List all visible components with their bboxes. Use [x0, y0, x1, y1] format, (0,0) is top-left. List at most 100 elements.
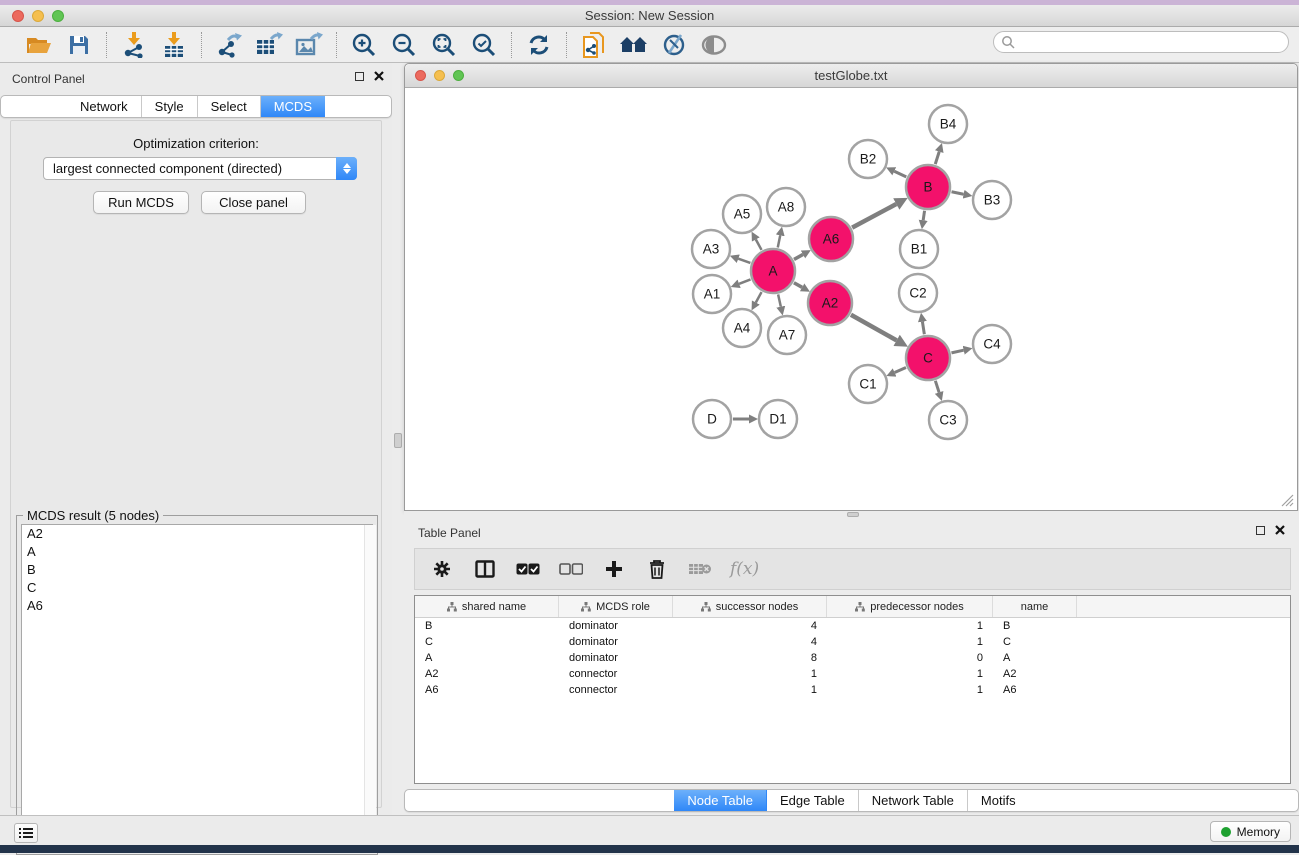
export-network-button[interactable]	[213, 31, 245, 59]
export-table-button[interactable]	[253, 31, 285, 59]
column-view-button[interactable]	[472, 554, 498, 584]
tab-motifs[interactable]: Motifs	[968, 790, 1029, 811]
graph-edge-B-B4[interactable]	[935, 152, 939, 164]
close-panel-icon[interactable]	[1275, 525, 1285, 535]
tab-edge-table[interactable]: Edge Table	[767, 790, 859, 811]
graph-edge-B-B1[interactable]	[923, 211, 924, 221]
open-session-button[interactable]	[23, 31, 55, 59]
table-row[interactable]: Cdominator41C	[415, 634, 1290, 650]
table-row[interactable]: Adominator80A	[415, 650, 1290, 666]
criterion-value: largest connected component (directed)	[44, 161, 336, 176]
home-icon	[619, 34, 649, 56]
close-network-button[interactable]	[415, 70, 426, 81]
zoom-in-button[interactable]	[348, 31, 380, 59]
network-window-titlebar[interactable]: testGlobe.txt	[405, 64, 1297, 88]
table-row[interactable]: A2connector11A2	[415, 666, 1290, 682]
eye-icon	[700, 34, 728, 56]
minimize-window-button[interactable]	[32, 10, 44, 22]
import-network-button[interactable]	[118, 31, 150, 59]
select-all-button[interactable]	[515, 554, 541, 584]
table-column-header[interactable]: name	[993, 596, 1077, 617]
graph-edge-A-A4[interactable]	[756, 292, 762, 302]
table-body: Bdominator41BCdominator41CAdominator80AA…	[415, 618, 1290, 698]
split-divider-horizontal[interactable]	[404, 511, 1299, 518]
criterion-dropdown[interactable]: largest connected component (directed)	[43, 157, 357, 180]
graph-node-label-C2: C2	[909, 286, 926, 301]
table-column-header[interactable]: shared name	[415, 596, 559, 617]
zoom-fit-button[interactable]	[428, 31, 460, 59]
tab-select[interactable]: Select	[198, 96, 261, 117]
graph-edge-C-C2[interactable]	[922, 322, 924, 335]
column-header-shared-name: shared name	[462, 601, 526, 613]
delete-column-button[interactable]	[644, 554, 670, 584]
divider-handle[interactable]	[847, 512, 859, 517]
graph-edge-A2-C[interactable]	[851, 315, 897, 341]
refresh-button[interactable]	[523, 31, 555, 59]
graph-edge-C-C1[interactable]	[895, 368, 906, 373]
zoom-network-button[interactable]	[453, 70, 464, 81]
float-panel-icon[interactable]	[355, 72, 364, 81]
clone-network-button[interactable]	[578, 31, 610, 59]
search-input[interactable]	[1015, 33, 1288, 51]
table-settings-button[interactable]	[429, 554, 455, 584]
float-panel-icon[interactable]	[1256, 526, 1265, 535]
search-field[interactable]	[993, 31, 1289, 53]
zoom-selected-button[interactable]	[468, 31, 500, 59]
table-row[interactable]: Bdominator41B	[415, 618, 1290, 634]
import-table-button[interactable]	[158, 31, 190, 59]
close-window-button[interactable]	[12, 10, 24, 22]
memory-button[interactable]: Memory	[1210, 821, 1291, 842]
tab-mcds[interactable]: MCDS	[261, 96, 325, 117]
result-list-item[interactable]: B	[22, 561, 372, 579]
mcds-result-list[interactable]: A2ABCA6	[21, 524, 373, 850]
tab-network[interactable]: Network	[67, 96, 142, 117]
graph-edge-A-A8[interactable]	[778, 235, 780, 247]
graph-edge-A-A6[interactable]	[794, 254, 803, 259]
table-column-header[interactable]: successor nodes	[673, 596, 827, 617]
graph-edge-A-A2[interactable]	[794, 283, 802, 288]
result-list-scrollbar[interactable]	[364, 525, 376, 849]
task-history-button[interactable]	[14, 823, 38, 843]
table-column-header[interactable]: MCDS role	[559, 596, 673, 617]
divider-handle[interactable]	[394, 433, 402, 448]
zoom-out-button[interactable]	[388, 31, 420, 59]
result-list-item[interactable]: A6	[22, 597, 372, 615]
tab-style[interactable]: Style	[142, 96, 198, 117]
graph-edge-A-A1[interactable]	[739, 279, 750, 283]
split-divider-vertical[interactable]	[392, 63, 404, 815]
close-panel-button[interactable]: Close panel	[201, 191, 306, 214]
save-session-button[interactable]	[63, 31, 95, 59]
network-canvas[interactable]: AA1A2A3A4A5A6A7A8BB1B2B3B4CC1C2C3C4DD1	[406, 89, 1296, 510]
graph-edge-B-B3[interactable]	[952, 192, 964, 194]
tab-node-table[interactable]: Node Table	[674, 790, 767, 811]
function-builder-button[interactable]: f(x)	[730, 554, 759, 584]
graph-edge-A-A3[interactable]	[738, 259, 750, 263]
table-column-header[interactable]: predecessor nodes	[827, 596, 993, 617]
close-panel-icon[interactable]	[374, 71, 384, 81]
graph-edge-A6-B[interactable]	[852, 204, 896, 228]
table-cell: A6	[993, 684, 1077, 696]
graph-node-label-B2: B2	[860, 152, 877, 167]
graph-edge-A-A7[interactable]	[778, 294, 781, 306]
home-button[interactable]	[618, 31, 650, 59]
node-table[interactable]: shared name MCDS rolesuccessor nodesprede…	[414, 595, 1291, 784]
result-list-item[interactable]: A2	[22, 525, 372, 543]
result-list-item[interactable]: C	[22, 579, 372, 597]
unselect-all-button[interactable]	[558, 554, 584, 584]
table-row[interactable]: A6connector11A6	[415, 682, 1290, 698]
graph-edge-A-A5[interactable]	[756, 239, 762, 249]
tab-network-table[interactable]: Network Table	[859, 790, 968, 811]
graph-edge-B-B2[interactable]	[894, 171, 906, 177]
minimize-network-button[interactable]	[434, 70, 445, 81]
export-image-button[interactable]	[293, 31, 325, 59]
add-column-button[interactable]	[601, 554, 627, 584]
show-hide-graphics-button[interactable]	[698, 31, 730, 59]
style-preview-button[interactable]	[658, 31, 690, 59]
result-list-item[interactable]: A	[22, 543, 372, 561]
resize-grip-icon[interactable]	[1281, 494, 1294, 507]
graph-edge-C-C4[interactable]	[951, 350, 963, 353]
run-mcds-button[interactable]: Run MCDS	[93, 191, 189, 214]
graph-edge-C-C3[interactable]	[935, 381, 939, 393]
zoom-window-button[interactable]	[52, 10, 64, 22]
delete-table-button[interactable]	[687, 554, 713, 584]
